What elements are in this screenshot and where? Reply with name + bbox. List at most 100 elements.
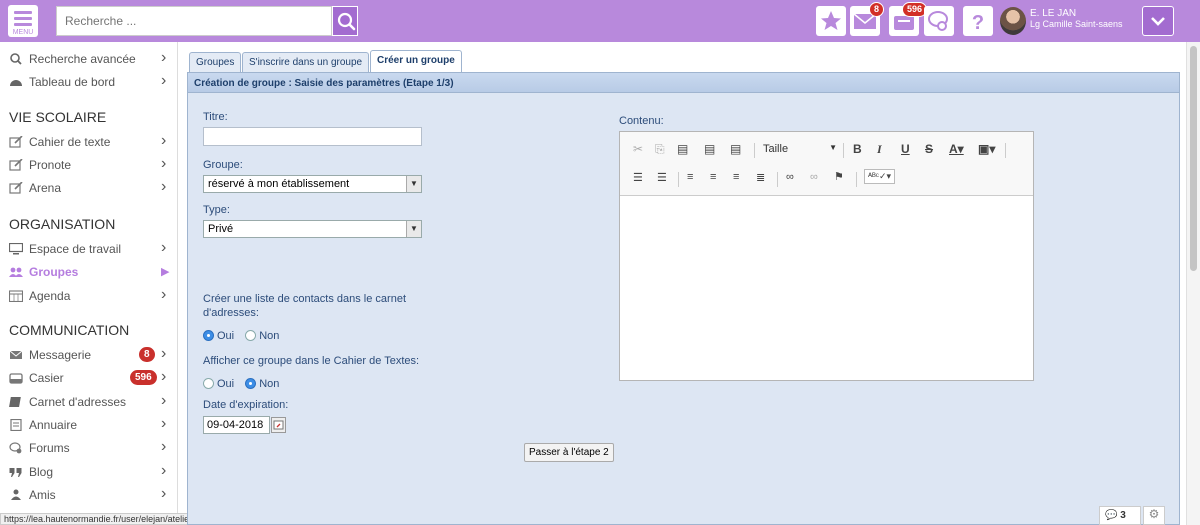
paste-icon[interactable]: ▤: [677, 142, 688, 156]
spellcheck-icon[interactable]: ᴬᴮᶜ✓▾: [864, 169, 896, 184]
sidebar-item-label: Arena: [29, 181, 62, 195]
sidebar-item-blog[interactable]: Blog ›: [0, 461, 178, 483]
sidebar-item-label: Tableau de bord: [29, 75, 116, 89]
avatar[interactable]: [1000, 7, 1026, 35]
top-bar: MENU 8 596 ?: [0, 0, 1200, 42]
align-left-icon[interactable]: ≡: [687, 171, 693, 183]
chevron-right-icon: ›: [161, 286, 167, 303]
groupe-label: Groupe:: [203, 159, 243, 171]
menu-label: MENU: [12, 29, 34, 36]
non-label: Non: [259, 378, 280, 390]
flag-icon[interactable]: ⚑: [834, 170, 844, 183]
edit-icon: [9, 159, 23, 171]
unlink-icon[interactable]: ∞: [810, 171, 818, 183]
bullet-list-icon[interactable]: ☰: [657, 171, 667, 184]
calendar-icon: [9, 290, 23, 302]
sidebar-item-messagerie[interactable]: Messagerie 8 ›: [0, 344, 178, 366]
paste-text-icon[interactable]: ▤: [704, 142, 715, 156]
user-info[interactable]: E. LE JAN Lg Camille Saint-saens: [1030, 8, 1123, 30]
forums-button[interactable]: [924, 6, 954, 36]
caret-down-icon: ▼: [829, 143, 837, 152]
sidebar-item-cahier-de-texte[interactable]: Cahier de texte ›: [0, 131, 178, 153]
chevron-right-icon: ›: [161, 178, 167, 195]
help-button[interactable]: ?: [963, 6, 993, 36]
chevron-right-icon: ›: [161, 239, 167, 256]
numbered-list-icon[interactable]: ☰: [633, 171, 643, 184]
bg-color-icon[interactable]: ▣▾: [978, 142, 995, 156]
cahier-non-radio[interactable]: [245, 378, 257, 389]
sidebar-item-casier[interactable]: Casier 596 ›: [0, 367, 178, 389]
bold-icon[interactable]: B: [853, 142, 862, 156]
search-input[interactable]: [56, 6, 332, 36]
friends-icon: [11, 489, 21, 500]
sidebar-item-tableau-de-bord[interactable]: Tableau de bord ›: [0, 71, 178, 93]
create-group-panel: Création de groupe : Saisie des paramètr…: [187, 72, 1180, 525]
type-select[interactable]: Privé ▼: [203, 220, 422, 238]
taille-label: Taille: [763, 143, 789, 155]
link-icon[interactable]: ∞: [786, 171, 794, 183]
toolbar-separator: [777, 172, 778, 187]
content-editor[interactable]: ✂ ⎘ ▤ ▤ ▤ Taille ▼ B I U S A▾ ▣▾ ☰ ☰ ≡ ≡…: [619, 131, 1034, 381]
align-right-icon[interactable]: ≡: [733, 171, 739, 183]
chevron-right-icon: ›: [161, 72, 167, 89]
sidebar-item-label: Messagerie: [29, 348, 92, 362]
date-expiration-input[interactable]: 09-04-2018: [203, 416, 270, 434]
tab-creer-groupe[interactable]: Créer un groupe: [370, 50, 462, 73]
font-size-select[interactable]: Taille ▼: [763, 143, 837, 155]
sidebar-item-label: Agenda: [29, 289, 71, 303]
chevron-right-icon: ›: [161, 392, 167, 409]
strikethrough-icon[interactable]: S: [925, 142, 933, 156]
sidebar: Recherche avancée › Tableau de bord › VI…: [0, 42, 178, 525]
sidebar-item-annuaire[interactable]: Annuaire ›: [0, 414, 178, 436]
scrollbar-thumb[interactable]: [1190, 46, 1197, 271]
calendar-button[interactable]: [271, 417, 286, 433]
hamburger-icon: [14, 11, 32, 29]
cut-icon[interactable]: ✂: [633, 142, 643, 156]
sidebar-item-arena[interactable]: Arena ›: [0, 177, 178, 199]
cahier-oui-radio[interactable]: [203, 378, 214, 389]
align-center-icon[interactable]: ≡: [710, 171, 716, 183]
text-color-icon[interactable]: A▾: [949, 142, 964, 156]
casier-badge: 596: [130, 370, 157, 385]
mail-icon: [9, 350, 23, 359]
sidebar-item-espace-de-travail[interactable]: Espace de travail ›: [0, 238, 178, 260]
sidebar-item-groupes[interactable]: Groupes ▶: [0, 261, 178, 283]
align-justify-icon[interactable]: ≣: [756, 171, 765, 184]
sidebar-item-pronote[interactable]: Pronote ›: [0, 154, 178, 176]
contacts-non-radio[interactable]: [245, 330, 257, 341]
tab-groupes[interactable]: Groupes: [189, 52, 242, 72]
contacts-oui-radio[interactable]: [203, 330, 214, 341]
messages-button[interactable]: 8: [850, 2, 885, 36]
sidebar-item-amis[interactable]: Amis ›: [0, 484, 178, 506]
chevron-right-icon: ›: [161, 415, 167, 432]
italic-icon[interactable]: I: [877, 142, 882, 157]
chevron-right-icon: ›: [161, 345, 167, 362]
copy-icon[interactable]: ⎘: [655, 142, 665, 157]
chat-count: 3: [1120, 510, 1126, 521]
sidebar-item-agenda[interactable]: Agenda ›: [0, 285, 178, 307]
chat-icon: [928, 11, 948, 31]
groupe-select[interactable]: réservé à mon établissement ▼: [203, 175, 422, 193]
underline-icon[interactable]: U: [901, 142, 910, 156]
oui-label: Oui: [217, 378, 235, 390]
page-scrollbar[interactable]: [1186, 42, 1200, 525]
chat-button[interactable]: 💬 3: [1099, 506, 1141, 525]
menu-button[interactable]: MENU: [8, 5, 38, 37]
contenu-label: Contenu:: [619, 115, 664, 127]
sidebar-item-forums[interactable]: Forums ›: [0, 437, 178, 459]
settings-button[interactable]: ⚙: [1143, 506, 1165, 525]
search-button[interactable]: [332, 6, 358, 36]
titre-input[interactable]: [203, 127, 422, 146]
locker-button[interactable]: 596: [889, 2, 928, 36]
favorites-button[interactable]: [816, 6, 846, 36]
next-step-button[interactable]: Passer à l'étape 2: [524, 443, 614, 462]
sidebar-item-carnet-adresses[interactable]: Carnet d'adresses ›: [0, 391, 178, 413]
toolbar-separator: [856, 172, 857, 187]
user-school: Lg Camille Saint-saens: [1030, 19, 1123, 29]
paste-word-icon[interactable]: ▤: [730, 142, 741, 156]
user-menu-button[interactable]: [1142, 6, 1174, 36]
tab-inscrire[interactable]: S'inscrire dans un groupe: [242, 52, 370, 72]
date-label: Date d'expiration:: [203, 399, 289, 411]
sidebar-item-recherche-avancee[interactable]: Recherche avancée ›: [0, 48, 178, 70]
chevron-down-icon: ▼: [406, 221, 421, 237]
